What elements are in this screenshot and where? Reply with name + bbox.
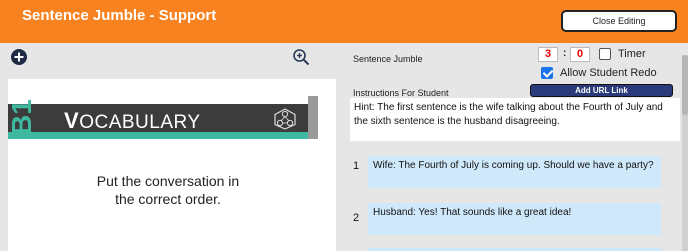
slide-instruction-line1: Put the conversation in <box>96 173 240 189</box>
sentence-input[interactable]: Wife: The Fourth of July is coming up. S… <box>368 156 661 188</box>
sentence-number: 1 <box>353 160 360 172</box>
sentence-number: 2 <box>353 212 360 224</box>
time-separator: : <box>563 48 567 59</box>
timer-checkbox[interactable] <box>599 48 611 60</box>
close-editing-button[interactable]: Close Editing <box>561 10 677 32</box>
sentence-input[interactable]: Husband: Yes! That sounds like a great i… <box>368 203 661 235</box>
allow-redo-label: Allow Student Redo <box>560 67 657 79</box>
add-url-link-button[interactable]: Add URL Link <box>530 84 673 97</box>
slide-instruction-line2: the correct order. <box>115 191 221 207</box>
banner-rest: OCABULARY <box>79 112 201 133</box>
banner-initial: V <box>64 108 80 133</box>
level-badge: B1 <box>6 99 37 135</box>
timer-seconds-input[interactable]: 0 <box>570 47 590 62</box>
instructions-textarea[interactable]: Hint: The first sentence is the wife tal… <box>350 98 680 141</box>
scrollbar-thumb[interactable] <box>682 55 688 115</box>
slide-instruction: Put the conversation in the correct orde… <box>40 172 296 208</box>
timer-minutes-input[interactable]: 3 <box>538 47 558 62</box>
instructions-label: Instructions For Student <box>353 88 449 98</box>
page-title: Sentence Jumble - Support <box>22 7 217 24</box>
allow-redo-checkbox[interactable] <box>541 67 553 79</box>
network-icon <box>274 108 296 130</box>
activity-label: Sentence Jumble <box>353 54 423 64</box>
plus-circle-icon[interactable] <box>11 49 27 65</box>
banner-shadow <box>308 96 318 139</box>
banner-title: VOCABULARY <box>64 108 201 134</box>
timer-label: Timer <box>618 48 646 60</box>
zoom-in-icon[interactable] <box>292 48 310 66</box>
